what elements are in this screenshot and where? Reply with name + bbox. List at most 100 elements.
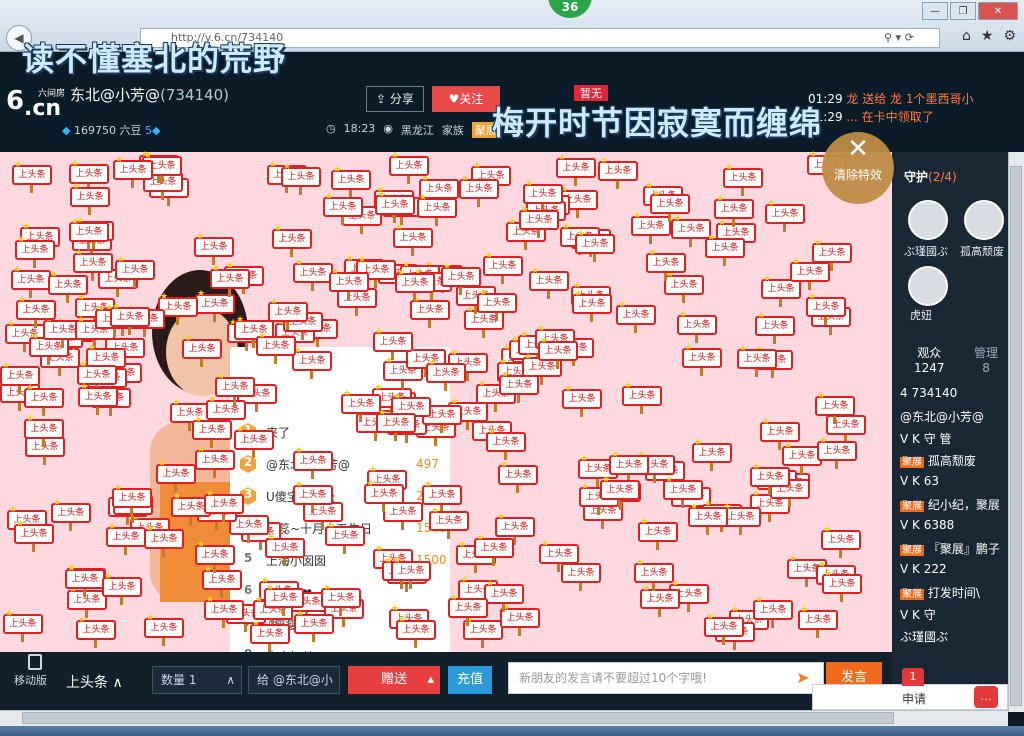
audience-row[interactable]: ぶ瑾國ぶ <box>900 628 948 645</box>
star-icon: ★ <box>217 372 226 382</box>
notification-label[interactable]: 申请 <box>902 690 926 707</box>
follow-button[interactable]: ♥关注 <box>432 86 500 112</box>
sticker-stick <box>88 207 91 215</box>
audience-row[interactable]: @东北@小芳@ <box>900 408 984 425</box>
location-icon: ◉ <box>383 122 393 135</box>
gift-selector[interactable]: 上头条 ∧ <box>66 672 123 692</box>
sticker-icon: 上头条★ <box>281 162 321 195</box>
mobile-version-label[interactable]: 移动版 <box>14 672 47 688</box>
sticker-stick <box>618 500 621 508</box>
star-icon: ★ <box>26 414 35 424</box>
mobile-icon[interactable] <box>28 654 42 670</box>
guard-avatar[interactable] <box>908 200 948 240</box>
recipient-input[interactable]: 给 @东北@小 <box>248 666 340 694</box>
star-icon: ★ <box>508 217 517 227</box>
sticker-icon: 上头条★ <box>204 489 244 522</box>
room-meta: ◷ 18:23 ◉ 黑龙江 家族 聚展 <box>326 122 500 138</box>
star-icon: ★ <box>88 343 97 353</box>
tab-admin-label: 管理 <box>974 346 999 360</box>
overlay-title-1: 读不懂塞北的荒野 <box>22 40 287 78</box>
sticker-stick <box>42 408 45 416</box>
star-icon: ★ <box>817 391 826 401</box>
sticker-stick <box>162 549 165 557</box>
audience-row[interactable]: V K 守 <box>900 606 936 623</box>
tab-audience[interactable]: 观众 1247 <box>914 344 945 375</box>
audience-row[interactable]: V K 守 管 <box>900 430 952 447</box>
star-icon: ★ <box>574 289 583 299</box>
audience-row[interactable]: V K 6388 <box>900 518 954 532</box>
gear-icon[interactable]: ⚙ <box>1003 28 1016 44</box>
star-icon: ★ <box>679 310 688 320</box>
diamond-icon: ◆ <box>62 124 71 137</box>
star-icon: ★ <box>577 229 586 239</box>
sticker-stick <box>210 440 213 448</box>
chat-input[interactable]: 新朋友的发言请不要超过10个字哦! <box>508 662 824 694</box>
star-icon: ★ <box>184 334 193 344</box>
sticker-icon: 上头条★ <box>821 525 861 558</box>
star-icon: ★ <box>640 517 649 527</box>
sticker-icon: 上头条★ <box>76 615 116 648</box>
caret-up-icon[interactable]: ▴ <box>427 666 434 694</box>
sticker-icon: 上头条★ <box>753 595 793 628</box>
sticker-icon: 上头条★ <box>70 182 110 215</box>
sticker-stick <box>252 450 255 458</box>
star-icon: ★ <box>618 300 627 310</box>
guard-name[interactable]: 虎妞 <box>910 307 932 323</box>
horizontal-scroll-thumb[interactable] <box>22 712 894 724</box>
star-icon: ★ <box>197 540 206 550</box>
guard-avatar[interactable] <box>964 200 1004 240</box>
minimize-button[interactable]: — <box>922 2 948 20</box>
sticker-stick <box>778 442 781 450</box>
recharge-button[interactable]: 充值 <box>448 666 492 694</box>
sticker-stick <box>213 314 216 322</box>
audience-row[interactable]: 聚展 『聚展』鹏子 <box>900 540 1000 557</box>
ranking-row[interactable]: 2@东北@小芳@497 <box>240 455 440 473</box>
sticker-icon: 上头条★ <box>806 292 846 325</box>
audience-row[interactable]: 聚展 打发时间\ <box>900 584 980 601</box>
star-icon: ★ <box>71 159 80 169</box>
sticker-icon: 上头条★ <box>250 619 290 652</box>
sticker-icon: 上头条★ <box>323 192 363 225</box>
chat-bubble-icon[interactable]: … <box>974 686 998 708</box>
star-icon: ★ <box>31 332 40 342</box>
share-button[interactable]: ⇪ 分享 <box>366 86 424 112</box>
maximize-button[interactable]: ❐ <box>950 2 976 20</box>
sticker-icon: 上头条★ <box>426 358 466 391</box>
sticker-stick <box>593 254 596 262</box>
sticker-stick <box>816 630 819 638</box>
audience-prefix: 聚展 <box>900 501 924 512</box>
star-icon: ★ <box>633 211 642 221</box>
star-icon: ★ <box>393 392 402 402</box>
send-gift-button[interactable]: 赠送 ▴ <box>348 666 440 694</box>
sticker-icon: 上头条★ <box>704 612 744 645</box>
audience-text: V K 63 <box>900 474 939 488</box>
sticker-stick <box>689 239 692 247</box>
audience-row[interactable]: 4 734140 <box>900 386 957 400</box>
home-icon[interactable]: ⌂ <box>962 28 971 44</box>
audience-row[interactable]: V K 63 <box>900 474 939 488</box>
sticker-icon: 上头条★ <box>750 462 790 495</box>
vertical-scroll-thumb[interactable] <box>1010 166 1022 706</box>
star-icon: ★ <box>499 357 508 367</box>
star-icon: ★ <box>196 232 205 242</box>
clear-effects-button[interactable]: ✕ 清除特效 <box>822 132 894 204</box>
audience-row[interactable]: V K 222 <box>900 562 947 576</box>
star-icon: ★ <box>53 498 62 508</box>
sticker-icon: 上头条★ <box>51 498 91 531</box>
tab-admin[interactable]: 管理 8 <box>974 344 998 375</box>
close-window-button[interactable]: ✕ <box>978 2 1018 20</box>
sticker-stick <box>161 192 164 200</box>
audience-row[interactable]: 聚展 纪小纪，聚展 <box>900 496 1000 513</box>
star-icon: ★ <box>258 331 267 341</box>
send-plane-icon[interactable]: ➤ <box>796 668 809 687</box>
quantity-input[interactable]: 数量 1 ∧ <box>152 666 242 694</box>
guard-name[interactable]: ぶ瑾國ぶ <box>904 243 948 259</box>
star-icon[interactable]: ★ <box>981 28 994 44</box>
sticker-stick <box>131 180 134 188</box>
audience-row[interactable]: 聚展 孤高颓废 <box>900 452 976 469</box>
guard-name[interactable]: 孤高颓废 <box>960 243 1004 259</box>
sticker-stick <box>244 624 247 632</box>
star-icon: ★ <box>146 613 155 623</box>
search-icon[interactable]: ⚲ ▾ ⟳ <box>884 31 914 44</box>
guard-avatar[interactable] <box>908 266 948 306</box>
